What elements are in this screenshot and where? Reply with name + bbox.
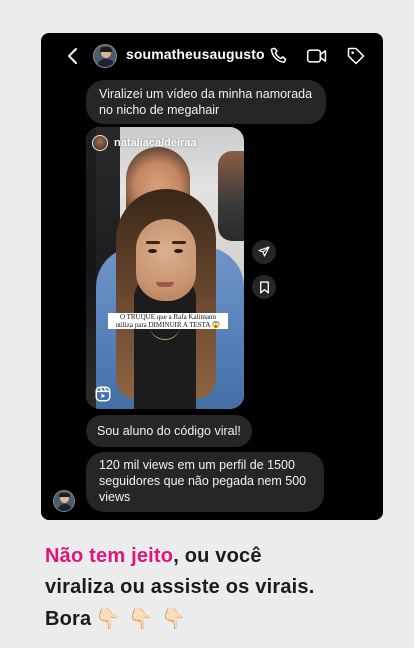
chat-header: soumatheusaugusto xyxy=(41,33,383,79)
sender-avatar[interactable] xyxy=(53,490,75,512)
background-person xyxy=(218,151,244,241)
message-bubble[interactable]: Sou aluno do código viral! xyxy=(86,415,252,447)
reel-caption-line: O TRUQUE que a Rafa Kalimann xyxy=(119,313,217,321)
dm-screenshot: soumatheusaugusto Viralizei um vídeo da … xyxy=(41,33,383,520)
reels-icon xyxy=(94,385,112,403)
reel-author-name[interactable]: nataliacaldeiraa xyxy=(114,137,197,149)
message-text: Viralizei um vídeo da minha namorada xyxy=(99,87,313,101)
message-text: 120 mil views em um perfil de 1500 xyxy=(99,458,295,472)
bookmark-icon[interactable] xyxy=(252,275,276,299)
tag-icon[interactable] xyxy=(344,44,368,68)
shared-reel[interactable]: nataliacaldeiraa O TRUQUE que a Rafa Kal… xyxy=(86,127,244,409)
story-caption: Não tem jeito, ou você viraliza ou assis… xyxy=(45,541,405,635)
share-icon[interactable] xyxy=(252,240,276,264)
reel-caption-line: utiliza para DIMINUIR A TESTA 😱 xyxy=(115,321,221,329)
message-bubble[interactable]: Viralizei um vídeo da minha namorada no … xyxy=(86,80,326,124)
caption-highlight: Não tem jeito xyxy=(45,545,174,567)
back-chevron-icon[interactable] xyxy=(63,45,83,67)
pointing-down-emoji: 👇🏻👇🏻👇🏻 xyxy=(95,606,195,630)
message-text: views xyxy=(99,490,131,504)
caption-text: Bora xyxy=(45,608,92,630)
speaker-face xyxy=(136,219,196,301)
caption-line-2: viraliza ou assiste os virais. xyxy=(45,576,315,598)
phone-icon[interactable] xyxy=(267,44,291,68)
reel-caption: O TRUQUE que a Rafa Kalimann utiliza par… xyxy=(108,313,228,329)
reel-author-avatar[interactable] xyxy=(92,135,108,151)
avatar[interactable] xyxy=(93,44,117,68)
video-camera-icon[interactable] xyxy=(305,44,329,68)
caption-line-3: Bora 👇🏻👇🏻👇🏻 xyxy=(45,603,405,635)
caption-text: , ou você xyxy=(173,545,262,567)
message-text: no nicho de megahair xyxy=(99,103,220,117)
chat-username[interactable]: soumatheusaugusto xyxy=(126,46,265,62)
caption-line-1: Não tem jeito, ou você xyxy=(45,541,405,572)
message-bubble[interactable]: 120 mil views em um perfil de 1500 segui… xyxy=(86,452,324,512)
message-text: seguidores que não pegada nem 500 xyxy=(99,474,307,488)
